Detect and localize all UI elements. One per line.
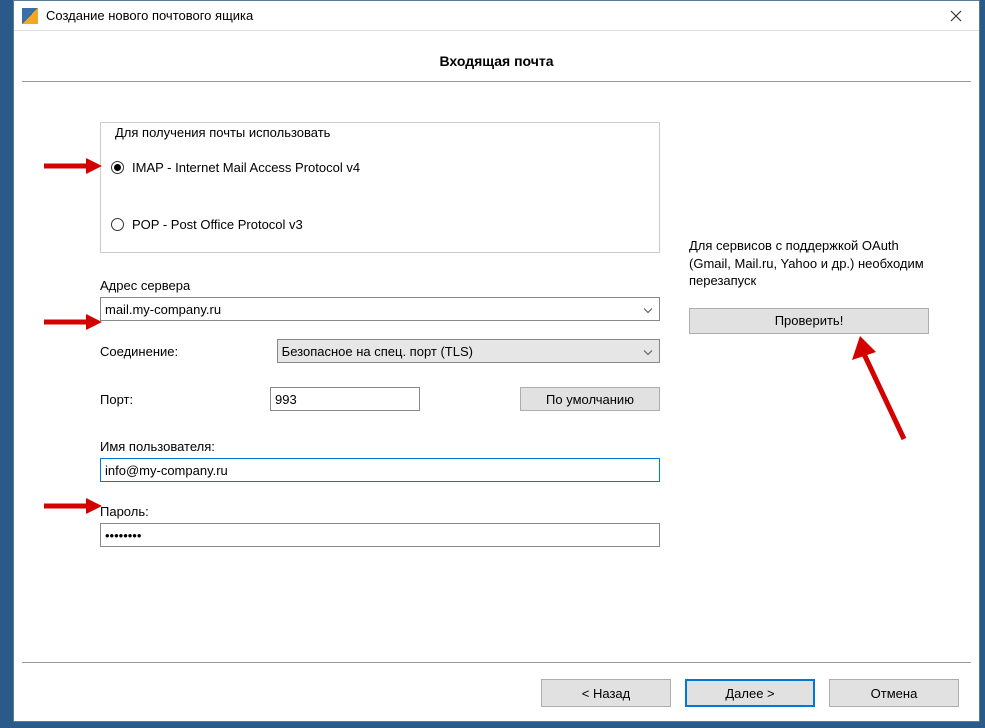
check-button[interactable]: Проверить! [689, 308, 929, 334]
protocol-imap-label: IMAP - Internet Mail Access Protocol v4 [132, 160, 360, 175]
server-address-combo[interactable]: mail.my-company.ru [100, 297, 660, 321]
protocol-imap-radio[interactable]: IMAP - Internet Mail Access Protocol v4 [111, 154, 649, 181]
password-input[interactable] [100, 523, 660, 547]
app-icon [22, 8, 38, 24]
titlebar: Создание нового почтового ящика [14, 1, 979, 31]
radio-checked-icon [111, 161, 124, 174]
cancel-button[interactable]: Отмена [829, 679, 959, 707]
footer-buttons: < Назад Далее > Отмена [541, 679, 959, 707]
connection-label: Соединение: [100, 344, 207, 359]
password-label: Пароль: [100, 504, 660, 519]
connection-select[interactable]: Безопасное на спец. порт (TLS) [277, 339, 660, 363]
chevron-down-icon [643, 344, 653, 359]
chevron-down-icon [643, 302, 653, 317]
server-address-value: mail.my-company.ru [105, 302, 221, 317]
close-button[interactable] [933, 1, 979, 30]
protocol-group: Для получения почты использовать IMAP - … [100, 122, 660, 253]
port-input[interactable] [270, 387, 420, 411]
protocol-group-label: Для получения почты использовать [111, 125, 334, 140]
annotation-arrow-icon [42, 154, 102, 178]
username-input[interactable] [100, 458, 660, 482]
page-title: Входящая почта [14, 31, 979, 81]
main-column: Для получения почты использовать IMAP - … [100, 122, 660, 547]
oauth-hint-text: Для сервисов с поддержкой OAuth (Gmail, … [689, 237, 944, 290]
protocol-pop-radio[interactable]: POP - Post Office Protocol v3 [111, 211, 649, 238]
next-button[interactable]: Далее > [685, 679, 815, 707]
annotation-arrow-icon [42, 494, 102, 518]
dialog-window: Создание нового почтового ящика Входящая… [13, 0, 980, 722]
username-label: Имя пользователя: [100, 439, 660, 454]
header-separator [22, 81, 971, 82]
annotation-arrow-icon [42, 310, 102, 334]
side-column: Для сервисов с поддержкой OAuth (Gmail, … [689, 237, 944, 334]
footer-separator [22, 662, 971, 663]
radio-unchecked-icon [111, 218, 124, 231]
protocol-pop-label: POP - Post Office Protocol v3 [132, 217, 303, 232]
port-label: Порт: [100, 392, 200, 407]
connection-value: Безопасное на спец. порт (TLS) [282, 344, 473, 359]
spacer [111, 181, 649, 211]
close-icon [950, 10, 962, 22]
window-title: Создание нового почтового ящика [46, 8, 933, 23]
server-label: Адрес сервера [100, 278, 660, 293]
back-button[interactable]: < Назад [541, 679, 671, 707]
port-default-button[interactable]: По умолчанию [520, 387, 660, 411]
annotation-arrow-icon [844, 334, 914, 444]
